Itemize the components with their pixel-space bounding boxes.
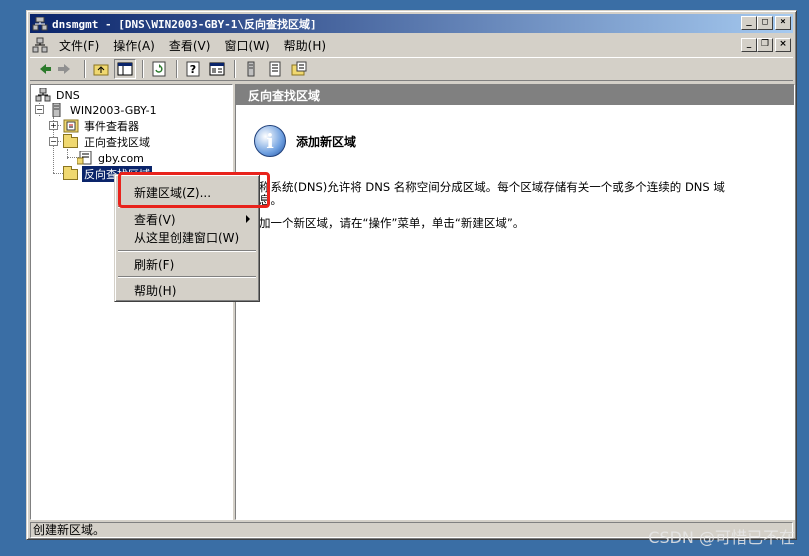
submenu-arrow-icon — [246, 215, 250, 223]
title-bar[interactable]: dnsmgmt - [DNS\WIN2003-GBY-1\反向查找区域] _ □… — [30, 14, 793, 33]
list-button[interactable] — [264, 59, 286, 79]
collapse-forward-zones-toggle[interactable]: − — [49, 137, 58, 146]
refresh-button[interactable] — [148, 59, 170, 79]
tree-pane[interactable]: DNS − WIN2003-GBY-1 + 事件查看器 − 正向查找区域 gby… — [30, 84, 233, 520]
mdi-close-button[interactable]: × — [775, 38, 791, 52]
window-title: dnsmgmt - [DNS\WIN2003-GBY-1\反向查找区域] — [52, 17, 317, 31]
properties-button[interactable] — [206, 59, 228, 79]
info-block: i 添加新区域 — [254, 125, 356, 157]
up-folder-icon — [93, 64, 109, 76]
tree-label-forward-zones: 正向查找区域 — [84, 136, 150, 149]
annotation-highlight-box — [118, 172, 270, 208]
watermark: CSDN @可惜已不在 — [648, 528, 795, 547]
maximize-button[interactable]: □ — [757, 16, 773, 30]
tree-label-gby-com: gby.com — [98, 151, 144, 165]
refresh-icon — [152, 61, 166, 77]
zone-file-icon — [76, 150, 93, 165]
tree-item-event-viewer[interactable]: 事件查看器 — [63, 118, 141, 134]
menu-item-view[interactable]: 查看(V) — [118, 210, 256, 228]
server-button[interactable] — [240, 59, 262, 79]
show-hide-tree-button[interactable] — [114, 59, 136, 79]
menu-item-refresh[interactable]: 刷新(F) — [118, 255, 256, 273]
info-icon: i — [254, 125, 286, 157]
list-icon — [269, 61, 281, 77]
tree-item-dns[interactable]: DNS — [35, 87, 82, 103]
forward-button[interactable] — [56, 59, 78, 79]
tree-item-gby-com[interactable]: gby.com — [76, 150, 146, 166]
mdi-minimize-button[interactable]: _ — [741, 38, 757, 52]
description-line-1: 域名称系统(DNS)允许将 DNS 名称空间分成区域。每个区域存储有关一个或多个… — [236, 180, 725, 194]
menu-window[interactable]: 窗口(W) — [217, 37, 276, 54]
forward-icon — [58, 64, 70, 74]
folder-icon — [63, 166, 79, 181]
dns-icon — [35, 87, 51, 102]
menu-view[interactable]: 查看(V) — [162, 37, 218, 54]
tree-label-dns: DNS — [56, 88, 80, 102]
dns-app-icon — [32, 16, 48, 31]
close-button[interactable]: × — [775, 16, 791, 30]
toolbar: ? — [30, 57, 793, 81]
menu-item-help[interactable]: 帮助(H) — [118, 281, 256, 299]
collapse-server-toggle[interactable]: − — [35, 105, 44, 114]
up-button[interactable] — [90, 59, 112, 79]
menu-item-new-window[interactable]: 从这里创建窗口(W) — [118, 228, 256, 246]
expand-event-viewer-toggle[interactable]: + — [49, 121, 58, 130]
event-viewer-icon — [63, 119, 79, 133]
menu-bar: 文件(F) 操作(A) 查看(V) 窗口(W) 帮助(H) _ ❐ × — [30, 35, 793, 55]
menu-item-view-label: 查看(V) — [134, 212, 176, 227]
tree-item-server[interactable]: WIN2003-GBY-1 — [49, 102, 159, 118]
minimize-button[interactable]: _ — [741, 16, 757, 30]
tree-label-event-viewer: 事件查看器 — [84, 120, 139, 133]
pane-header: 反向查找区域 — [236, 85, 794, 105]
help-icon: ? — [186, 61, 200, 77]
tree-item-forward-zones[interactable]: 正向查找区域 — [63, 134, 152, 150]
svg-text:?: ? — [190, 63, 196, 76]
folder-icon — [63, 134, 79, 149]
zone-button[interactable] — [288, 59, 310, 79]
server-icon — [49, 102, 65, 118]
back-button[interactable] — [32, 59, 54, 79]
info-title: 添加新区域 — [296, 134, 357, 149]
mdi-restore-button[interactable]: ❐ — [757, 38, 773, 52]
description-line-3: 要添加一个新区域，请在“操作”菜单，单击“新建区域”。 — [236, 216, 525, 230]
zone-icon — [291, 61, 307, 76]
server-icon — [247, 61, 255, 77]
menu-action[interactable]: 操作(A) — [106, 37, 162, 54]
details-pane: 反向查找区域 i 添加新区域 域名称系统(DNS)允许将 DNS 名称空间分成区… — [235, 84, 795, 520]
menu-help[interactable]: 帮助(H) — [277, 37, 333, 54]
help-button[interactable]: ? — [182, 59, 204, 79]
back-icon — [40, 64, 51, 74]
menu-file[interactable]: 文件(F) — [52, 37, 106, 54]
console-icon[interactable] — [32, 37, 48, 53]
tree-label-server: WIN2003-GBY-1 — [70, 103, 157, 117]
show-hide-tree-icon — [117, 62, 133, 76]
properties-icon — [209, 62, 225, 76]
